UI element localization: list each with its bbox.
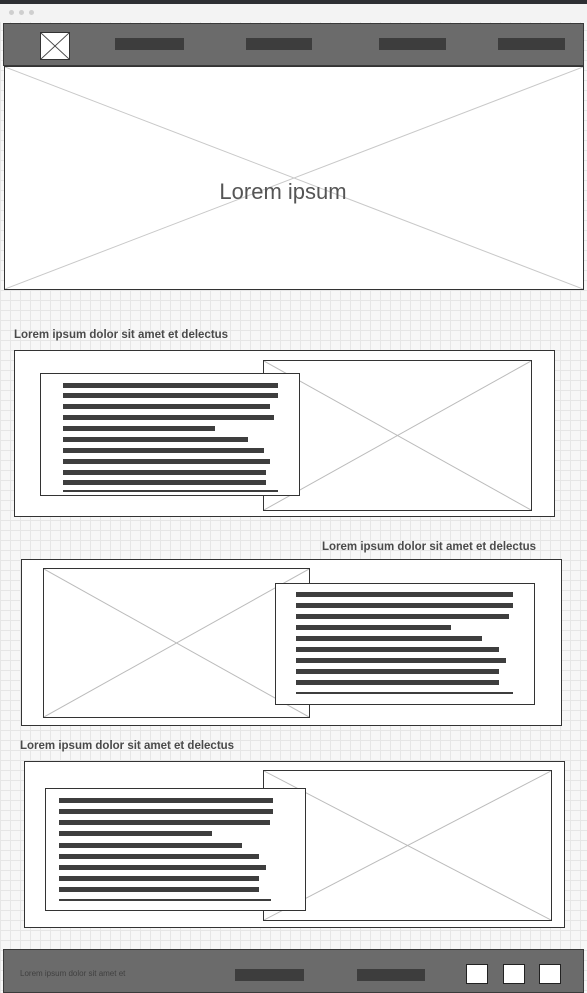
text-line bbox=[296, 625, 451, 630]
text-line bbox=[296, 603, 513, 608]
text-line bbox=[59, 809, 273, 814]
text-underline bbox=[296, 692, 513, 694]
text-line bbox=[296, 669, 499, 674]
section-3-caption: Lorem ipsum dolor sit amet et delectus bbox=[20, 740, 235, 752]
text-line bbox=[59, 820, 270, 825]
footer-button-1[interactable] bbox=[466, 964, 488, 984]
maximize-dot[interactable] bbox=[29, 10, 34, 15]
section-2-panel bbox=[21, 559, 562, 726]
image-placeholder-icon[interactable] bbox=[40, 32, 70, 60]
text-line bbox=[63, 448, 264, 453]
footer-button-3[interactable] bbox=[539, 964, 561, 984]
section-1-text-card bbox=[40, 373, 300, 496]
section-2-caption: Lorem ipsum dolor sit amet et delectus bbox=[322, 541, 537, 553]
close-dot[interactable] bbox=[9, 10, 14, 15]
text-line bbox=[296, 614, 509, 619]
text-line bbox=[63, 383, 278, 388]
text-line bbox=[59, 876, 259, 881]
text-line bbox=[59, 798, 273, 803]
text-line bbox=[296, 636, 482, 641]
section-3-text-card bbox=[45, 788, 306, 911]
nav-item-2[interactable] bbox=[246, 38, 312, 50]
text-line bbox=[63, 470, 266, 475]
text-line bbox=[63, 480, 266, 485]
text-line bbox=[59, 843, 242, 848]
text-line bbox=[59, 865, 266, 870]
nav-item-3[interactable] bbox=[379, 38, 446, 50]
footer-button-2[interactable] bbox=[503, 964, 525, 984]
text-line bbox=[63, 393, 278, 398]
section-3-image bbox=[263, 770, 552, 921]
text-line bbox=[296, 592, 513, 597]
text-underline bbox=[63, 490, 278, 492]
footer-text: Lorem ipsum dolor sit amet et bbox=[20, 969, 126, 978]
text-line bbox=[59, 831, 212, 836]
section-1-panel bbox=[14, 350, 555, 517]
text-line bbox=[63, 459, 270, 464]
footer-nav-item-2[interactable] bbox=[357, 969, 425, 981]
window-chrome bbox=[0, 4, 587, 22]
text-line bbox=[63, 426, 215, 431]
site-footer: Lorem ipsum dolor sit amet et bbox=[3, 949, 584, 993]
section-1-image bbox=[263, 360, 532, 511]
nav-item-1[interactable] bbox=[115, 38, 184, 50]
site-header bbox=[3, 23, 584, 66]
minimize-dot[interactable] bbox=[19, 10, 24, 15]
text-line bbox=[59, 854, 259, 859]
section-2-image bbox=[43, 568, 310, 718]
text-line bbox=[296, 647, 499, 652]
section-1-caption: Lorem ipsum dolor sit amet et delectus bbox=[14, 329, 229, 341]
section-2-text-card bbox=[275, 583, 535, 705]
hero-title: Lorem ipsum bbox=[219, 179, 347, 204]
text-line bbox=[63, 404, 270, 409]
text-line bbox=[63, 437, 248, 442]
text-line bbox=[296, 658, 506, 663]
nav-item-4[interactable] bbox=[498, 38, 565, 50]
hero-image: Lorem ipsum bbox=[4, 66, 584, 290]
text-line bbox=[59, 887, 259, 892]
footer-nav-item-1[interactable] bbox=[235, 969, 304, 981]
text-line bbox=[63, 415, 274, 420]
text-underline bbox=[59, 899, 271, 901]
text-line bbox=[296, 680, 499, 685]
section-3-panel bbox=[24, 761, 565, 928]
